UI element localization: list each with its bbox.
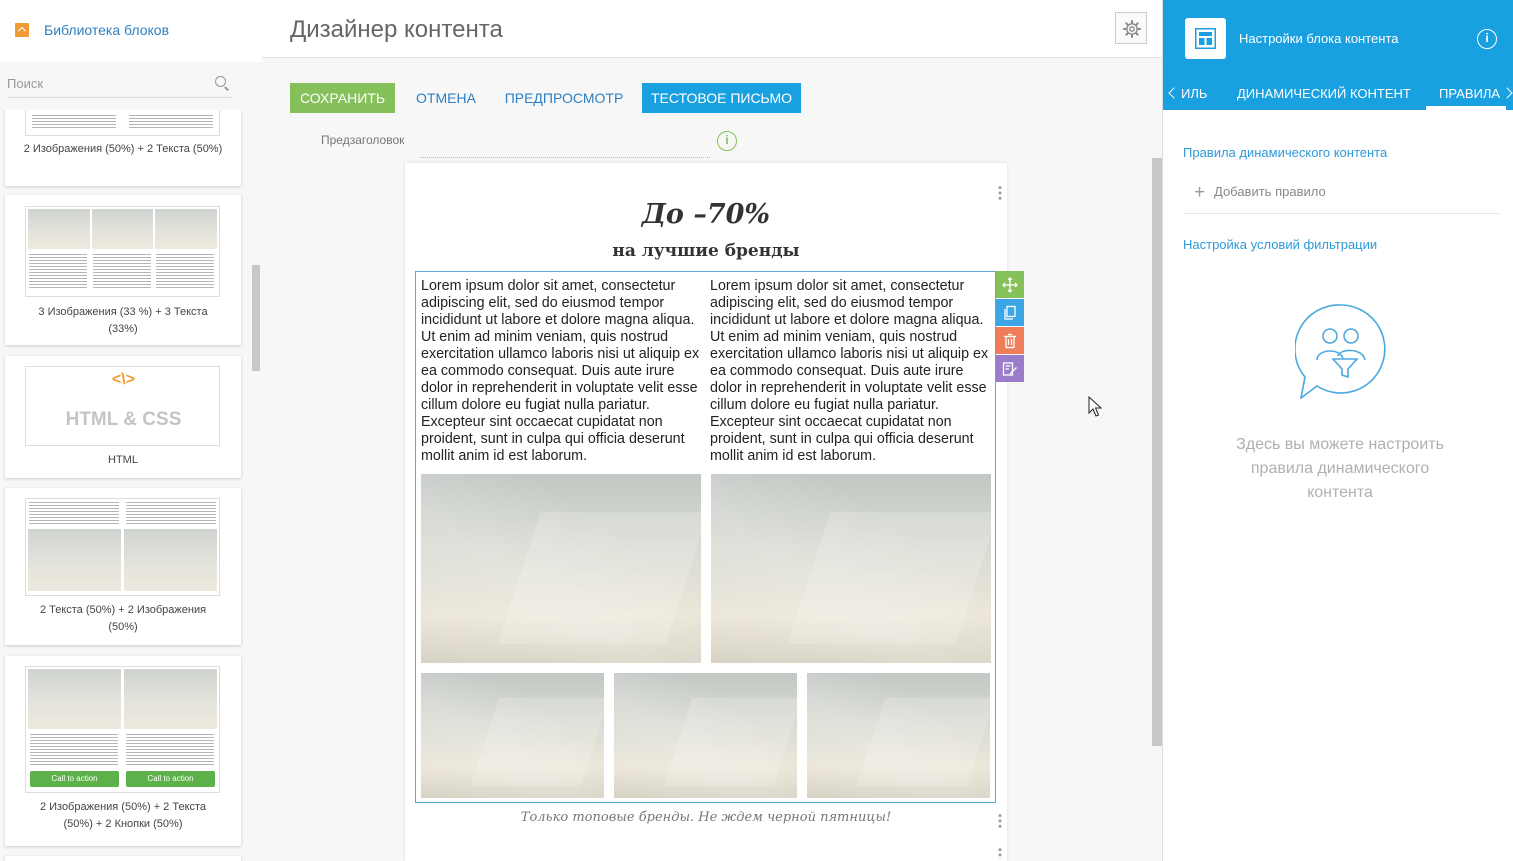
trash-icon [1004, 333, 1016, 349]
block-thumbnail [25, 110, 220, 136]
block-card[interactable]: 2 Изображения (50%) + 2 Текста (50%) [5, 110, 241, 186]
tab-dynamic-content[interactable]: Динамический контент [1237, 86, 1411, 101]
preheader-label: Предзаголовок [321, 133, 405, 147]
panel-header: Настройки блока контента i иль Динамичес… [1163, 0, 1513, 110]
active-tab-indicator [1426, 106, 1506, 110]
text-column-right[interactable]: Lorem ipsum dolor sit amet, consectetur … [710, 278, 995, 465]
edit-block-button[interactable] [996, 355, 1024, 382]
block-label: 2 Текста (50%) + 2 Изображения (50%) [39, 604, 207, 633]
panel-title: Настройки блока контента [1239, 31, 1399, 46]
block-library: Библиотека блоков 2 Изображения (50%) + … [0, 0, 262, 861]
tab-rules[interactable]: Правила [1439, 86, 1500, 101]
collapse-icon[interactable] [15, 23, 29, 37]
add-rule-label: Добавить правило [1214, 184, 1326, 199]
email-image[interactable] [807, 673, 990, 798]
library-title[interactable]: Библиотека блоков [44, 22, 169, 38]
block-label: 3 Изображения (33 %) + 3 Текста (33%) [38, 306, 208, 335]
rules-section-title: Правила динамического контента [1183, 145, 1388, 160]
block-card[interactable] [5, 856, 241, 861]
page-title: Дизайнер контента [290, 16, 503, 43]
html-thumb-text: HTML & CSS [65, 409, 182, 430]
email-image[interactable] [711, 474, 991, 663]
block-card[interactable]: 2 Текста (50%) + 2 Изображения (50%) [5, 488, 241, 645]
delete-block-button[interactable] [996, 327, 1024, 354]
users-filter-icon [1295, 304, 1386, 399]
code-icon: <\> [111, 371, 136, 388]
block-thumbnail: <\> HTML & CSS [25, 366, 220, 446]
canvas-scrollbar[interactable] [1152, 158, 1162, 746]
block-thumbnail: Call to action Call to action [25, 666, 220, 793]
email-image[interactable] [421, 673, 604, 798]
thumb-button: Call to action [30, 771, 119, 787]
library-scrollbar[interactable] [252, 265, 260, 371]
settings-button[interactable] [1115, 12, 1147, 44]
add-rule-button[interactable]: + Добавить правило [1194, 182, 1326, 204]
designer-header: Дизайнер контента [262, 0, 1162, 58]
search-icon[interactable] [215, 76, 226, 87]
preheader-input[interactable] [420, 128, 710, 158]
email-headline[interactable]: До –70% [405, 199, 1007, 230]
move-block-button[interactable] [996, 271, 1024, 298]
email-image[interactable] [421, 474, 701, 663]
test-email-button[interactable]: Тестовое письмо [642, 83, 801, 113]
text-column-left[interactable]: Lorem ipsum dolor sit amet, consectetur … [421, 278, 706, 465]
copy-block-button[interactable] [996, 299, 1024, 326]
selected-content-block[interactable]: Lorem ipsum dolor sit amet, consectetur … [415, 271, 996, 803]
block-label: HTML [108, 454, 138, 466]
block-thumbnail [25, 206, 220, 297]
content-block-icon [1185, 18, 1226, 59]
chevron-left-icon[interactable] [1167, 86, 1177, 102]
email-subheadline[interactable]: на лучшие бренды [405, 241, 1007, 261]
chevron-right-icon[interactable] [1503, 86, 1513, 102]
row-menu-icon[interactable] [998, 813, 1002, 829]
block-label: 2 Изображения (50%) + 2 Текста (50%) [23, 143, 223, 155]
plus-icon: + [1194, 182, 1206, 203]
preview-button[interactable]: Предпросмотр [499, 83, 629, 113]
search-input[interactable] [7, 73, 207, 93]
block-label: 2 Изображения (50%) + 2 Текста (50%) + 2… [39, 801, 207, 830]
copy-icon [1004, 305, 1016, 320]
block-thumbnail [25, 498, 220, 596]
gear-icon [1123, 20, 1141, 38]
email-image[interactable] [614, 673, 797, 798]
save-button[interactable]: Сохранить [290, 83, 395, 113]
row-menu-icon[interactable] [998, 847, 1002, 859]
email-footer-text[interactable]: Только топовые бренды. Не ждем черной пя… [405, 810, 1007, 825]
block-list: 2 Изображения (50%) + 2 Текста (50%) 3 И… [0, 110, 262, 861]
designer-area: Дизайнер контента Сохранить Отмена Предп… [262, 0, 1162, 861]
thumb-button: Call to action [126, 771, 215, 787]
empty-state-message: Здесь вы можете настроить правила динами… [1236, 436, 1444, 501]
tab-style[interactable]: иль [1181, 86, 1207, 101]
mouse-cursor-icon [1088, 396, 1102, 417]
library-header: Библиотека блоков [0, 0, 262, 62]
block-card[interactable]: <\> HTML & CSS HTML [5, 356, 241, 478]
cancel-button[interactable]: Отмена [408, 83, 484, 113]
block-card[interactable]: 3 Изображения (33 %) + 3 Текста (33%) [5, 195, 241, 345]
library-search [7, 70, 233, 98]
info-icon[interactable]: i [1477, 29, 1497, 49]
email-canvas: До –70% на лучшие бренды Lorem ipsum dol… [405, 163, 1007, 861]
edit-icon [1002, 362, 1017, 376]
block-card[interactable]: Call to action Call to action 2 Изображе… [5, 656, 241, 846]
divider [1183, 213, 1499, 214]
info-icon[interactable]: i [717, 131, 737, 151]
block-settings-panel: Настройки блока контента i иль Динамичес… [1162, 0, 1513, 861]
filter-settings-link[interactable]: Настройка условий фильтрации [1183, 237, 1377, 252]
move-icon [1002, 277, 1018, 293]
